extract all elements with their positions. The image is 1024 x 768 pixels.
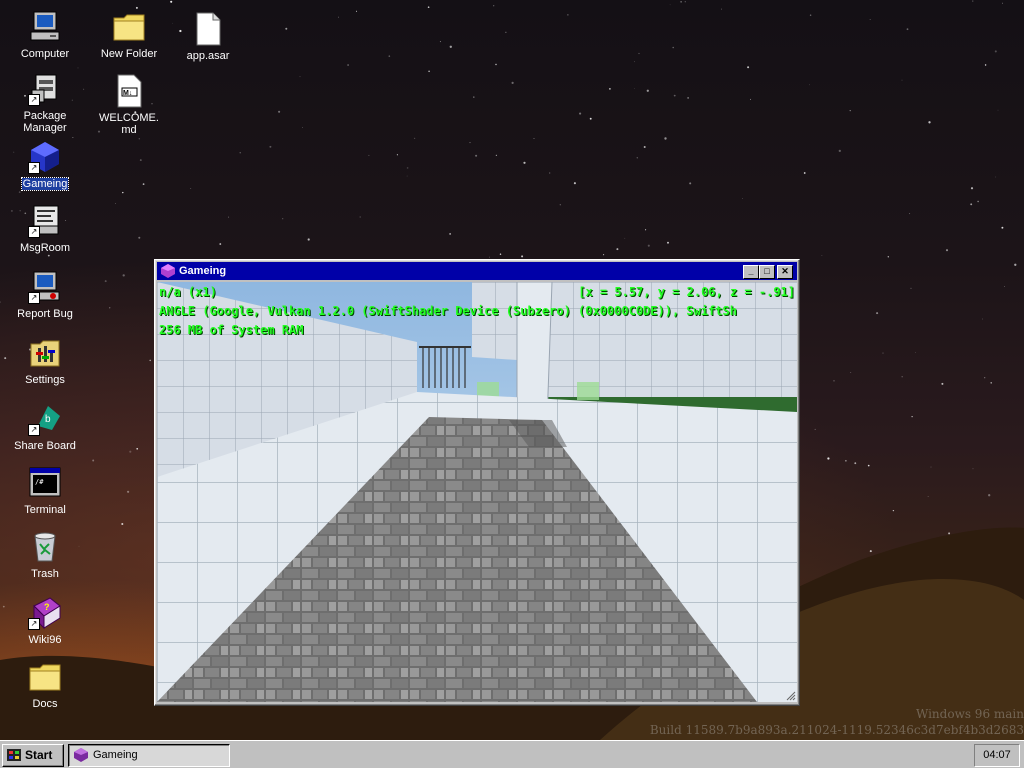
desktop-icon-label: Package Manager — [23, 110, 67, 134]
window-titlebar[interactable]: Gameing _ □ ✕ — [157, 262, 797, 280]
gameing-icon — [161, 264, 175, 278]
hud-fps: n/a (x1) — [159, 285, 217, 299]
close-button[interactable]: ✕ — [777, 265, 793, 279]
shortcut-arrow-icon: ↗ — [28, 226, 40, 238]
desktop-icon-app-asar[interactable]: app.asar — [168, 12, 248, 62]
svg-text:/#: /# — [35, 478, 44, 486]
desktop-icon-share-board[interactable]: b ↗ Share Board — [5, 402, 85, 452]
gameing-icon — [74, 748, 88, 762]
desktop-icon-label: WELCOME.md — [99, 112, 159, 136]
desktop-icon-label: Trash — [31, 568, 59, 580]
desktop-icon-trash[interactable]: Trash — [5, 530, 85, 580]
taskbar-item-gameing[interactable]: Gameing — [68, 744, 230, 767]
window-title: Gameing — [179, 265, 227, 277]
desktop-icon-terminal[interactable]: /# Terminal — [5, 466, 85, 516]
svg-text:M↓: M↓ — [123, 90, 132, 97]
trash-icon — [28, 530, 62, 564]
file-icon — [191, 12, 225, 46]
computer-icon — [28, 10, 62, 44]
svg-text:b: b — [45, 414, 51, 425]
taskbar: Start Gameing 04:07 — [0, 740, 1024, 768]
settings-icon — [28, 336, 62, 370]
msgroom-icon: ↗ — [28, 204, 62, 238]
svg-text:?: ? — [44, 602, 50, 612]
wiki-book-icon: ? ↗ — [28, 596, 62, 630]
report-bug-icon: ↗ — [28, 270, 62, 304]
desktop-icon-computer[interactable]: Computer — [5, 10, 85, 60]
desktop-icon-label: Docs — [32, 698, 58, 710]
folder-icon — [112, 10, 146, 44]
desktop-icon-settings[interactable]: Settings — [5, 336, 85, 386]
desktop-icon-label: Settings — [25, 374, 65, 386]
shortcut-arrow-icon: ↗ — [28, 292, 40, 304]
start-logo-icon — [7, 749, 21, 761]
watermark-os-line: Windows 96 main — [915, 707, 1024, 721]
folder-icon — [28, 660, 62, 694]
start-button[interactable]: Start — [2, 744, 64, 767]
gameing-window[interactable]: Gameing _ □ ✕ n/a (x1) [x = 5.57, y = 2.… — [154, 259, 800, 706]
desktop-icon-label: New Folder — [100, 48, 158, 60]
desktop-icon-gameing[interactable]: ↗ Gameing — [5, 140, 85, 191]
shortcut-arrow-icon: ↗ — [28, 94, 40, 106]
desktop-icon-label: Wiki96 — [28, 634, 62, 646]
desktop-icon-msgroom[interactable]: ↗ MsgRoom — [5, 204, 85, 254]
hud-renderer: ANGLE (Google, Vulkan 1.2.0 (SwiftShader… — [159, 304, 737, 318]
desktop-icon-report-bug[interactable]: ↗ Report Bug — [5, 270, 85, 320]
build-watermark: Windows 96 main Build 11589.7b9a893a.211… — [594, 706, 1024, 738]
desktop-icon-package-manager[interactable]: ↗ Package Manager — [5, 72, 85, 134]
package-manager-icon: ↗ — [28, 72, 62, 106]
gameing-icon: ↗ — [28, 140, 62, 174]
terminal-icon: /# — [28, 466, 62, 500]
hud-coordinates: [x = 5.57, y = 2.06, z = -.91] — [578, 285, 795, 299]
watermark-build-line: Build 11589.7b9a893a.211024-1119.52346c3… — [649, 723, 1024, 737]
desktop-icon-label: Computer — [20, 48, 70, 60]
desktop-icon-label: app.asar — [186, 50, 230, 62]
resize-grip-icon[interactable] — [786, 691, 796, 701]
maximize-button[interactable]: □ — [759, 265, 775, 279]
minimize-button[interactable]: _ — [743, 265, 759, 279]
desktop-icon-label: MsgRoom — [19, 242, 71, 254]
desktop-icon-label: Report Bug — [17, 308, 73, 320]
desktop-icon-docs[interactable]: Docs — [5, 660, 85, 710]
desktop-icon-label: Share Board — [14, 440, 76, 452]
desktop-icon-label: Gameing — [20, 177, 70, 191]
shortcut-arrow-icon: ↗ — [28, 618, 40, 630]
shortcut-arrow-icon: ↗ — [28, 424, 40, 436]
start-label: Start — [25, 748, 53, 762]
hud-memory: 256 MB of System RAM — [159, 323, 304, 337]
game-scene — [157, 282, 797, 702]
desktop-icon-welcome-md[interactable]: M↓ WELCOME.md — [89, 74, 169, 136]
desktop-icon-label: Terminal — [24, 504, 66, 516]
game-viewport[interactable]: n/a (x1) [x = 5.57, y = 2.06, z = -.91] … — [157, 282, 797, 702]
shortcut-arrow-icon: ↗ — [28, 162, 40, 174]
taskbar-item-label: Gameing — [93, 749, 138, 761]
share-board-icon: b ↗ — [28, 402, 62, 436]
system-clock[interactable]: 04:07 — [974, 744, 1020, 767]
desktop-icon-wiki96[interactable]: ? ↗ Wiki96 — [5, 596, 85, 646]
desktop-icon-new-folder[interactable]: New Folder — [89, 10, 169, 60]
markdown-file-icon: M↓ — [112, 74, 146, 108]
